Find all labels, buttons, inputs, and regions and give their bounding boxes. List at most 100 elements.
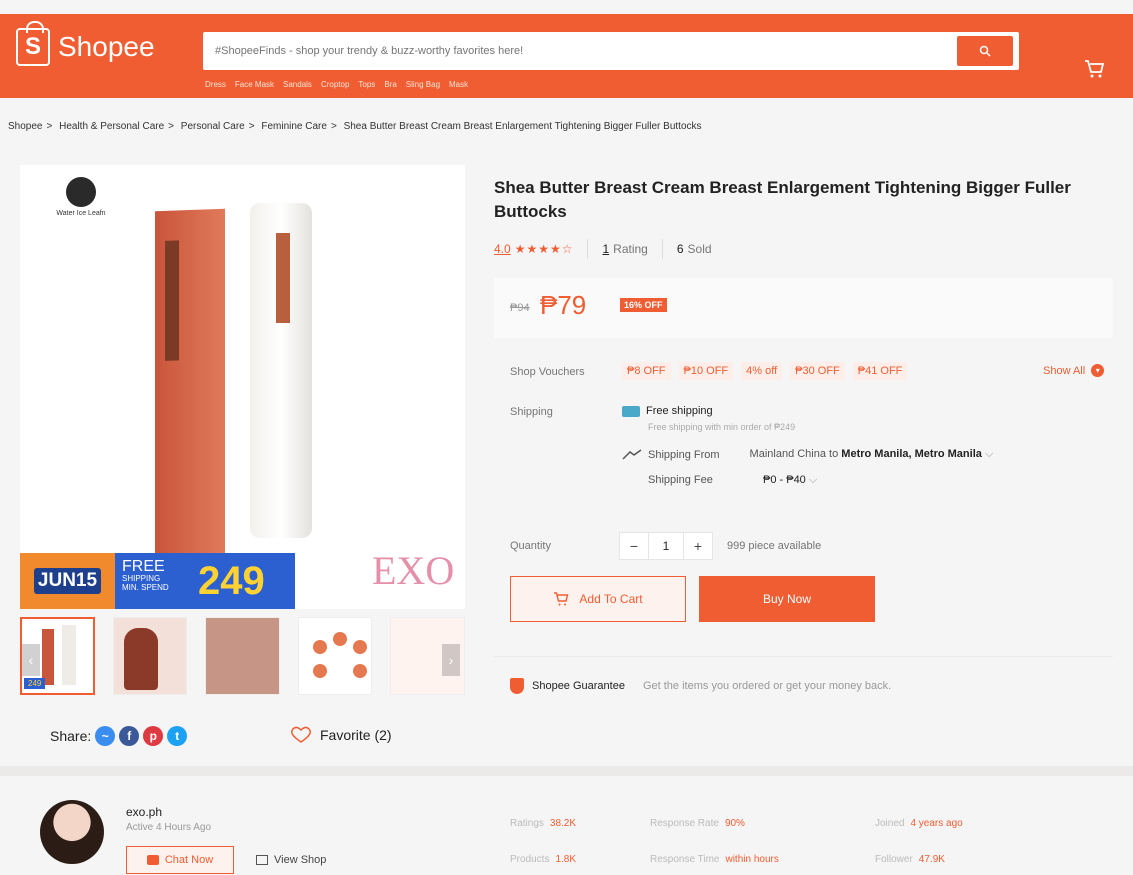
rating-score[interactable]: 4.0 — [494, 242, 511, 256]
rating-count[interactable]: 1 — [602, 242, 609, 256]
quantity-input[interactable]: 1 — [649, 532, 683, 560]
view-shop-button[interactable]: View Shop — [248, 846, 334, 874]
pinterest-icon[interactable]: p — [143, 726, 164, 746]
breadcrumb-link[interactable]: Personal Care — [181, 121, 245, 132]
shipping-fee-value: ₱0 - ₱40 — [763, 474, 806, 486]
heart-icon — [290, 726, 312, 743]
stat-value: 1.8K — [555, 854, 577, 865]
shipping-from[interactable]: Shipping From Mainland China to Metro Ma… — [622, 448, 993, 461]
shipping-fee[interactable]: Shipping Fee ₱0 - ₱40 ⌵ — [648, 474, 817, 486]
thumb-tube — [62, 625, 76, 685]
stat-label: Response Rate — [650, 818, 719, 829]
hint-link[interactable]: Bra — [384, 80, 396, 89]
voucher-chip[interactable]: ₱41 OFF — [852, 362, 908, 380]
rating-label: Rating — [613, 242, 648, 256]
messenger-icon[interactable]: ~ — [95, 726, 116, 746]
chat-icon — [146, 855, 159, 865]
thumb-prev-arrow[interactable]: ‹ — [22, 644, 40, 676]
decrease-button[interactable]: − — [619, 532, 649, 560]
breadcrumb-link[interactable]: Feminine Care — [261, 121, 327, 132]
thumb-badge: 249 — [24, 678, 46, 689]
shopee-guarantee[interactable]: Shopee Guarantee Get the items you order… — [510, 678, 891, 694]
chat-now-button[interactable]: Chat Now — [126, 846, 234, 874]
avatar[interactable] — [40, 800, 104, 864]
hint-link[interactable]: Sandals — [283, 80, 312, 89]
favorite-button[interactable]: Favorite (2) — [290, 726, 392, 744]
seller-active-status: Active 4 Hours Ago — [126, 822, 212, 833]
breadcrumb-separator: > — [168, 121, 175, 132]
seller-name[interactable]: exo.ph — [126, 805, 162, 819]
banner-shipping-text: SHIPPING — [122, 574, 161, 583]
hint-link[interactable]: Croptop — [321, 80, 349, 89]
stat-value: 90% — [724, 818, 745, 829]
stat-label: Response Time — [650, 854, 720, 865]
add-to-cart-label: Add To Cart — [579, 592, 643, 606]
divider — [661, 239, 663, 259]
guarantee-title: Shopee Guarantee — [532, 680, 625, 692]
discount-badge: 16% OFF — [620, 298, 667, 312]
shipping-label: Shipping — [510, 406, 553, 418]
product-tube — [250, 203, 312, 538]
stat-value: within hours — [725, 854, 779, 865]
stat-label: Joined — [875, 818, 905, 829]
buy-now-button[interactable]: Buy Now — [699, 576, 875, 622]
hint-link[interactable]: Tops — [358, 80, 375, 89]
separator — [494, 656, 1113, 657]
thumbnail[interactable] — [205, 617, 280, 695]
breadcrumb-link[interactable]: Health & Personal Care — [59, 121, 164, 132]
apple-icon — [66, 177, 96, 207]
thumb-dot — [312, 640, 327, 654]
original-price: ₱94 — [510, 302, 530, 314]
stock-available: 999 piece available — [727, 540, 822, 552]
banner-date: JUN15 — [20, 553, 115, 609]
stat-response-time: Response Time within hours — [650, 854, 779, 865]
stat-ratings: Ratings 38.2K — [510, 818, 576, 829]
breadcrumb-separator: > — [46, 121, 53, 132]
breadcrumb-link[interactable]: Shopee — [8, 121, 42, 132]
voucher-list: ₱8 OFF ₱10 OFF 4% off ₱30 OFF ₱41 OFF — [622, 362, 908, 380]
search-button[interactable] — [957, 36, 1013, 66]
quantity-stepper: − 1 + 999 piece available — [619, 532, 821, 560]
hint-link[interactable]: Face Mask — [235, 80, 274, 89]
twitter-icon[interactable]: t — [167, 726, 188, 746]
search-icon — [979, 45, 991, 57]
buy-now-label: Buy Now — [762, 592, 812, 606]
favorite-label: Favorite (2) — [320, 727, 392, 743]
product-main-image[interactable]: Water Ice Leafn EXO JUN15 FREE SHIPPING … — [20, 165, 465, 609]
facebook-icon[interactable]: f — [119, 726, 140, 746]
free-shipping-title: Free shipping — [646, 405, 713, 417]
destination: Metro Manila, Metro Manila — [841, 448, 982, 460]
voucher-chip[interactable]: 4% off — [741, 362, 783, 380]
logo-text: Shopee — [58, 31, 155, 62]
hint-link[interactable]: Mask — [449, 80, 468, 89]
stat-products: Products 1.8K — [510, 854, 576, 865]
price-box: ₱94 ₱79 16% OFF — [494, 278, 1113, 338]
cart-icon[interactable] — [1083, 58, 1105, 80]
free-shipping-note: Free shipping with min order of ₱249 — [648, 422, 796, 432]
increase-button[interactable]: + — [683, 532, 713, 560]
search-hints: Dress Face Mask Sandals Croptop Tops Bra… — [205, 80, 468, 89]
add-to-cart-button[interactable]: Add To Cart — [510, 576, 686, 622]
voucher-chip[interactable]: ₱10 OFF — [678, 362, 734, 380]
shipping-fee-value-wrap: ₱0 - ₱40 ⌵ — [763, 474, 817, 487]
shopee-logo[interactable]: S Shopee — [16, 21, 155, 66]
current-price: ₱79 — [540, 290, 587, 320]
stat-label: Products — [510, 854, 550, 865]
shopping-bag-icon: S — [16, 21, 50, 66]
show-all-vouchers[interactable]: Show All ▾ — [1043, 364, 1105, 377]
breadcrumb-separator: > — [248, 121, 255, 132]
thumb-next-arrow[interactable]: › — [442, 644, 460, 676]
thumbnail-strip: 249 — [20, 617, 466, 697]
thumbnail[interactable] — [112, 617, 188, 695]
view-shop-label: View Shop — [274, 854, 327, 866]
hint-link[interactable]: Dress — [205, 80, 226, 89]
thumbnail[interactable] — [297, 617, 373, 695]
share-label: Share: — [50, 728, 92, 744]
free-shipping: Free shipping — [622, 405, 713, 417]
shipping-from-value: Mainland China to Metro Manila, Metro Ma… — [750, 448, 994, 461]
store-icon — [256, 855, 268, 865]
voucher-chip[interactable]: ₱30 OFF — [790, 362, 845, 380]
voucher-chip[interactable]: ₱8 OFF — [622, 362, 671, 380]
hint-link[interactable]: Sling Bag — [406, 80, 440, 89]
search-input[interactable] — [203, 32, 943, 70]
